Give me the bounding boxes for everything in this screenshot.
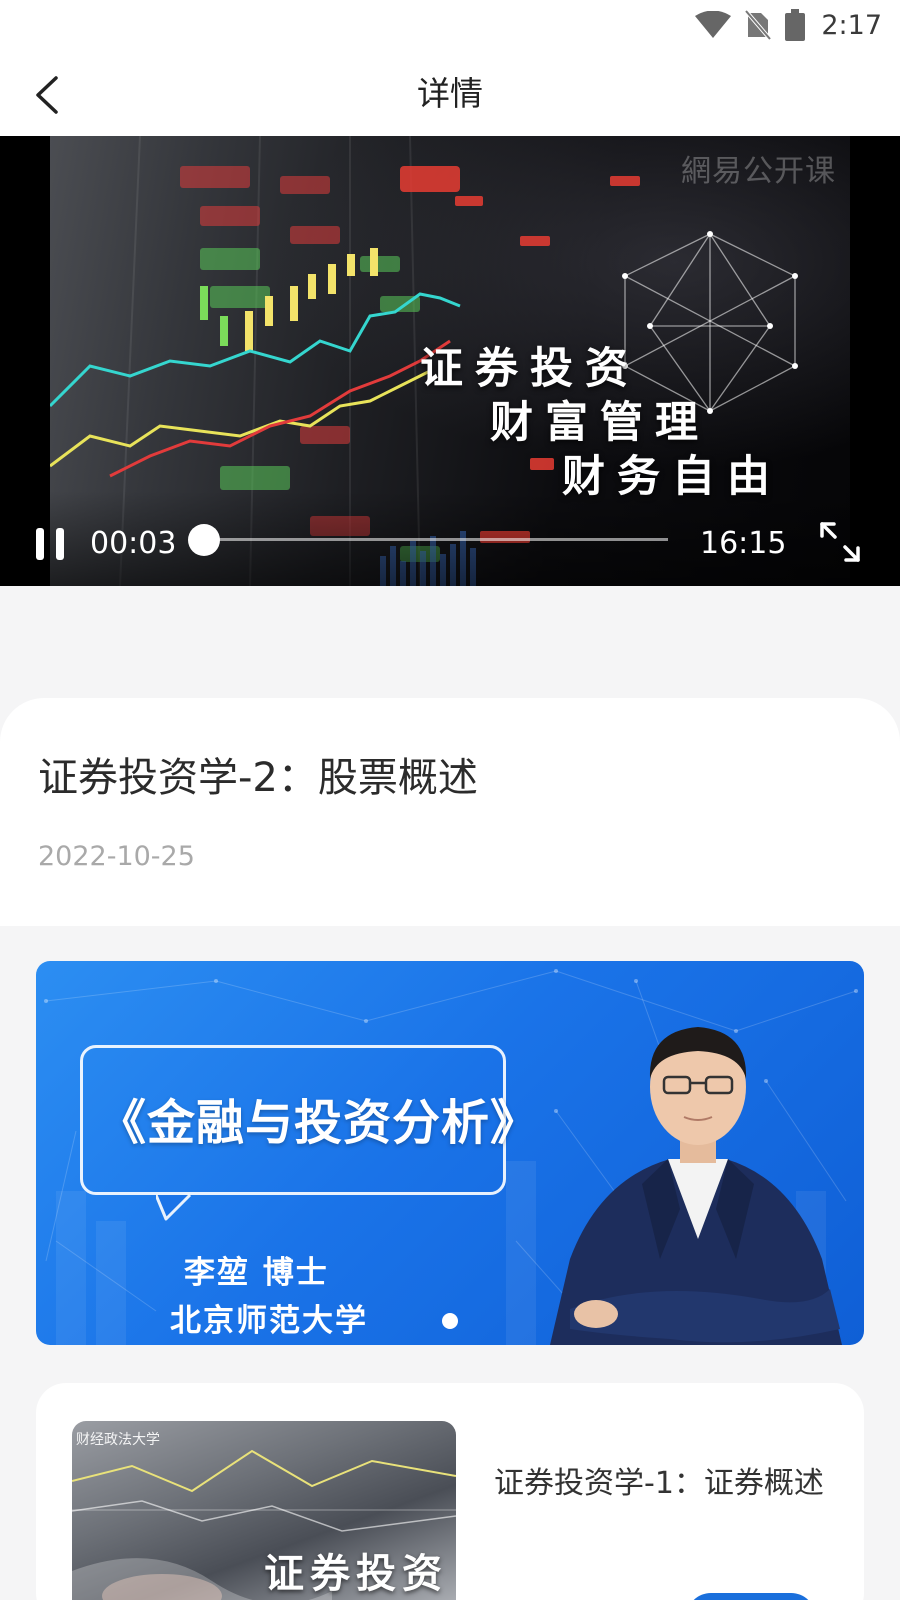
- play-button[interactable]: [686, 1593, 816, 1600]
- thumbnail-title: 证券投资: [264, 1550, 448, 1597]
- course-date: 2022-10-25: [38, 841, 195, 872]
- banner-lecturer: 李堃 博士: [184, 1255, 329, 1291]
- no-sim-icon: [745, 10, 772, 40]
- status-bar: 2:17: [0, 0, 900, 52]
- page-title: 详情: [417, 74, 483, 113]
- carousel-indicator-dot[interactable]: [442, 1313, 458, 1329]
- status-time: 2:17: [821, 9, 882, 41]
- course-title: 证券投资学-2：股票概述: [38, 755, 478, 801]
- lecturer-portrait: [550, 1027, 842, 1345]
- banner-university: 北京师范大学: [170, 1303, 368, 1339]
- course-info-card: 证券投资学-2：股票概述 2022-10-25: [0, 698, 900, 926]
- speech-bubble-tail: [156, 1193, 192, 1221]
- related-course-thumbnail: 财经政法大学 证券投资: [72, 1421, 456, 1600]
- video-watermark: 網易公开课: [681, 154, 836, 189]
- promo-banner[interactable]: 《金融与投资分析》 李堃 博士 北京师范大学: [36, 961, 864, 1345]
- progress-bar[interactable]: [188, 524, 668, 556]
- nav-bar: 详情: [0, 52, 900, 136]
- thumbnail-header: 财经政法大学: [76, 1432, 160, 1448]
- pause-button[interactable]: [34, 524, 68, 564]
- status-icons: 2:17: [695, 8, 882, 42]
- total-time: 16:15: [700, 526, 787, 561]
- fullscreen-icon: [820, 522, 860, 562]
- related-course-item[interactable]: 财经政法大学 证券投资 证券投资学-1：证券概述: [36, 1383, 864, 1600]
- battery-icon: [785, 9, 806, 41]
- wifi-icon: [695, 11, 732, 38]
- banner-title: 《金融与投资分析》: [98, 1095, 540, 1151]
- video-player[interactable]: 網易公开课 证券投资 财富管理 财务自由 00:03 16:15: [0, 136, 900, 586]
- video-slogan-line-1: 证券投资: [420, 344, 640, 394]
- fullscreen-button[interactable]: [818, 520, 862, 564]
- related-course-title: 证券投资学-1：证券概述: [494, 1466, 824, 1501]
- current-time: 00:03: [90, 526, 177, 561]
- video-slogan-line-2: 财富管理: [490, 398, 710, 448]
